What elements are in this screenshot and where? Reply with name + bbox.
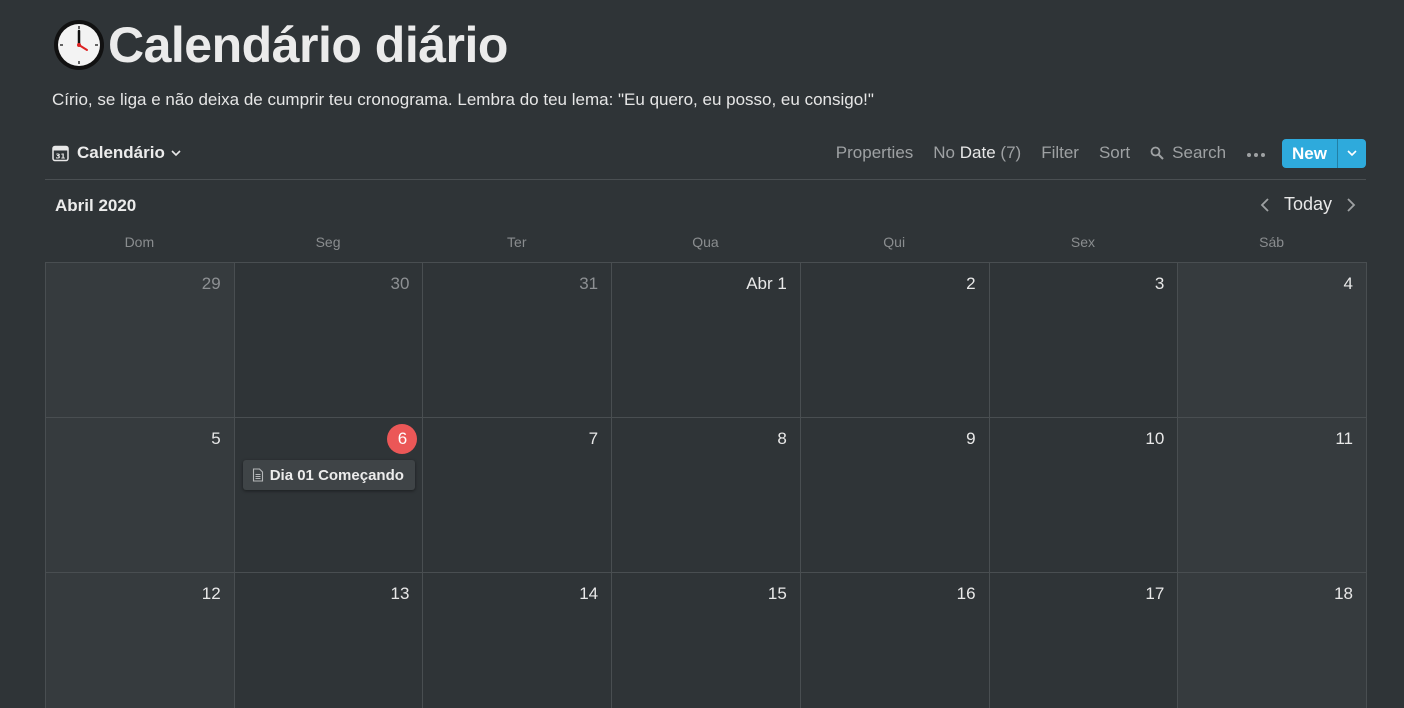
page-title[interactable]: Calendário diário bbox=[108, 16, 508, 74]
day-number: 8 bbox=[777, 429, 787, 448]
day-number: 3 bbox=[1154, 274, 1165, 293]
weekday-header: Dom Seg Ter Qua Qui Sex Sáb bbox=[45, 234, 1366, 254]
day-number: 16 bbox=[956, 584, 976, 603]
day-number: 13 bbox=[390, 584, 410, 603]
day-cell[interactable]: 10 bbox=[989, 418, 1179, 573]
day-cell[interactable]: 5 bbox=[46, 418, 235, 573]
day-cell[interactable]: 30 bbox=[234, 263, 424, 418]
today-day-badge: 6 bbox=[387, 424, 418, 454]
view-switcher[interactable]: 31 Calendário bbox=[52, 143, 182, 163]
month-navigation: Today bbox=[1258, 194, 1358, 215]
properties-button[interactable]: Properties bbox=[836, 143, 913, 163]
calendar-icon: 31 bbox=[52, 145, 69, 161]
day-cell[interactable]: 31 bbox=[423, 263, 613, 418]
day-number: 15 bbox=[767, 584, 787, 603]
day-number: 10 bbox=[1145, 429, 1165, 448]
view-label: Calendário bbox=[77, 143, 165, 162]
day-cell[interactable]: 15 bbox=[612, 573, 801, 708]
day-number: 18 bbox=[1334, 584, 1353, 603]
more-options-button[interactable] bbox=[1246, 143, 1266, 163]
event-title: Dia 01 Começando bbox=[269, 466, 404, 484]
filter-button[interactable]: Filter bbox=[1041, 143, 1079, 163]
next-month-icon[interactable] bbox=[1344, 195, 1358, 215]
day-number: 5 bbox=[211, 429, 221, 448]
new-button-group: New bbox=[1282, 138, 1366, 168]
svg-text:31: 31 bbox=[56, 152, 66, 160]
day-number: 11 bbox=[1335, 429, 1353, 448]
no-date-button[interactable]: No Date (7) bbox=[933, 143, 1021, 163]
toolbar: 31 Calendário Properties No Date (7) Fil… bbox=[45, 136, 1366, 170]
weekday-label: Sáb bbox=[1259, 234, 1285, 250]
day-cell[interactable]: Abr 1 bbox=[612, 263, 801, 418]
day-number: Abr 1 bbox=[746, 274, 787, 293]
previous-month-icon[interactable] bbox=[1258, 195, 1272, 215]
search-label: Search bbox=[1172, 143, 1227, 162]
page: Calendário diário Círio, se liga e não d… bbox=[0, 0, 1404, 708]
day-number: 7 bbox=[588, 429, 599, 448]
day-number: 2 bbox=[966, 274, 976, 293]
day-cell[interactable]: 16 bbox=[800, 573, 990, 708]
day-cell[interactable]: 8 bbox=[612, 418, 801, 573]
day-cell[interactable]: 7 bbox=[423, 418, 613, 573]
title-row: Calendário diário bbox=[52, 16, 508, 74]
day-cell[interactable]: 2 bbox=[800, 263, 990, 418]
day-cell[interactable]: 13 bbox=[234, 573, 424, 708]
toolbar-actions: Properties No Date (7) Filter Sort Searc… bbox=[836, 138, 1366, 168]
no-date-word: Date bbox=[959, 143, 996, 162]
day-cell[interactable]: 17 bbox=[989, 573, 1179, 708]
day-number: 30 bbox=[390, 274, 410, 293]
toolbar-divider bbox=[45, 179, 1366, 180]
sort-button[interactable]: Sort bbox=[1099, 143, 1130, 163]
clock-icon bbox=[54, 20, 104, 70]
no-date-count: (7) bbox=[1000, 143, 1022, 162]
search-button[interactable]: Search bbox=[1150, 143, 1226, 163]
calendar-grid: 29 30 31 Abr 1 2 3 4 5 6 Dia 01 Começand… bbox=[45, 262, 1367, 708]
today-button[interactable]: Today bbox=[1284, 194, 1332, 215]
day-cell[interactable]: 18 bbox=[1178, 573, 1367, 708]
day-number: 9 bbox=[966, 429, 976, 448]
page-icon bbox=[252, 468, 263, 482]
day-number: 31 bbox=[579, 274, 599, 293]
more-dots-icon bbox=[1247, 153, 1266, 157]
search-icon bbox=[1150, 146, 1164, 160]
weekday-label: Ter bbox=[507, 234, 527, 250]
day-number: 29 bbox=[201, 274, 221, 293]
day-cell[interactable]: 29 bbox=[46, 263, 235, 418]
weekday-label: Sex bbox=[1070, 234, 1095, 250]
page-description[interactable]: Círio, se liga e não deixa de cumprir te… bbox=[52, 90, 874, 110]
day-cell[interactable]: 12 bbox=[46, 573, 235, 708]
day-number: 17 bbox=[1145, 584, 1165, 603]
day-number: 12 bbox=[201, 584, 221, 603]
chevron-down-icon bbox=[1347, 150, 1357, 157]
day-cell-today[interactable]: 6 Dia 01 Começando bbox=[234, 418, 424, 573]
new-options-button[interactable] bbox=[1337, 138, 1366, 168]
month-label: Abril 2020 bbox=[55, 196, 137, 215]
day-number: 4 bbox=[1343, 274, 1353, 293]
day-cell[interactable]: 14 bbox=[423, 573, 613, 708]
day-cell[interactable]: 3 bbox=[989, 263, 1179, 418]
day-cell[interactable]: 11 bbox=[1178, 418, 1367, 573]
day-cell[interactable]: 4 bbox=[1178, 263, 1367, 418]
event-card[interactable]: Dia 01 Começando bbox=[242, 460, 415, 490]
no-date-prefix: No bbox=[933, 143, 956, 162]
day-cell[interactable]: 9 bbox=[800, 418, 990, 573]
weekday-label: Qua bbox=[692, 234, 719, 250]
weekday-label: Seg bbox=[315, 234, 341, 250]
weekday-label: Qui bbox=[883, 234, 906, 250]
chevron-down-icon bbox=[171, 150, 181, 157]
new-button[interactable]: New bbox=[1282, 139, 1337, 168]
day-number: 14 bbox=[579, 584, 599, 603]
weekday-label: Dom bbox=[124, 234, 155, 250]
